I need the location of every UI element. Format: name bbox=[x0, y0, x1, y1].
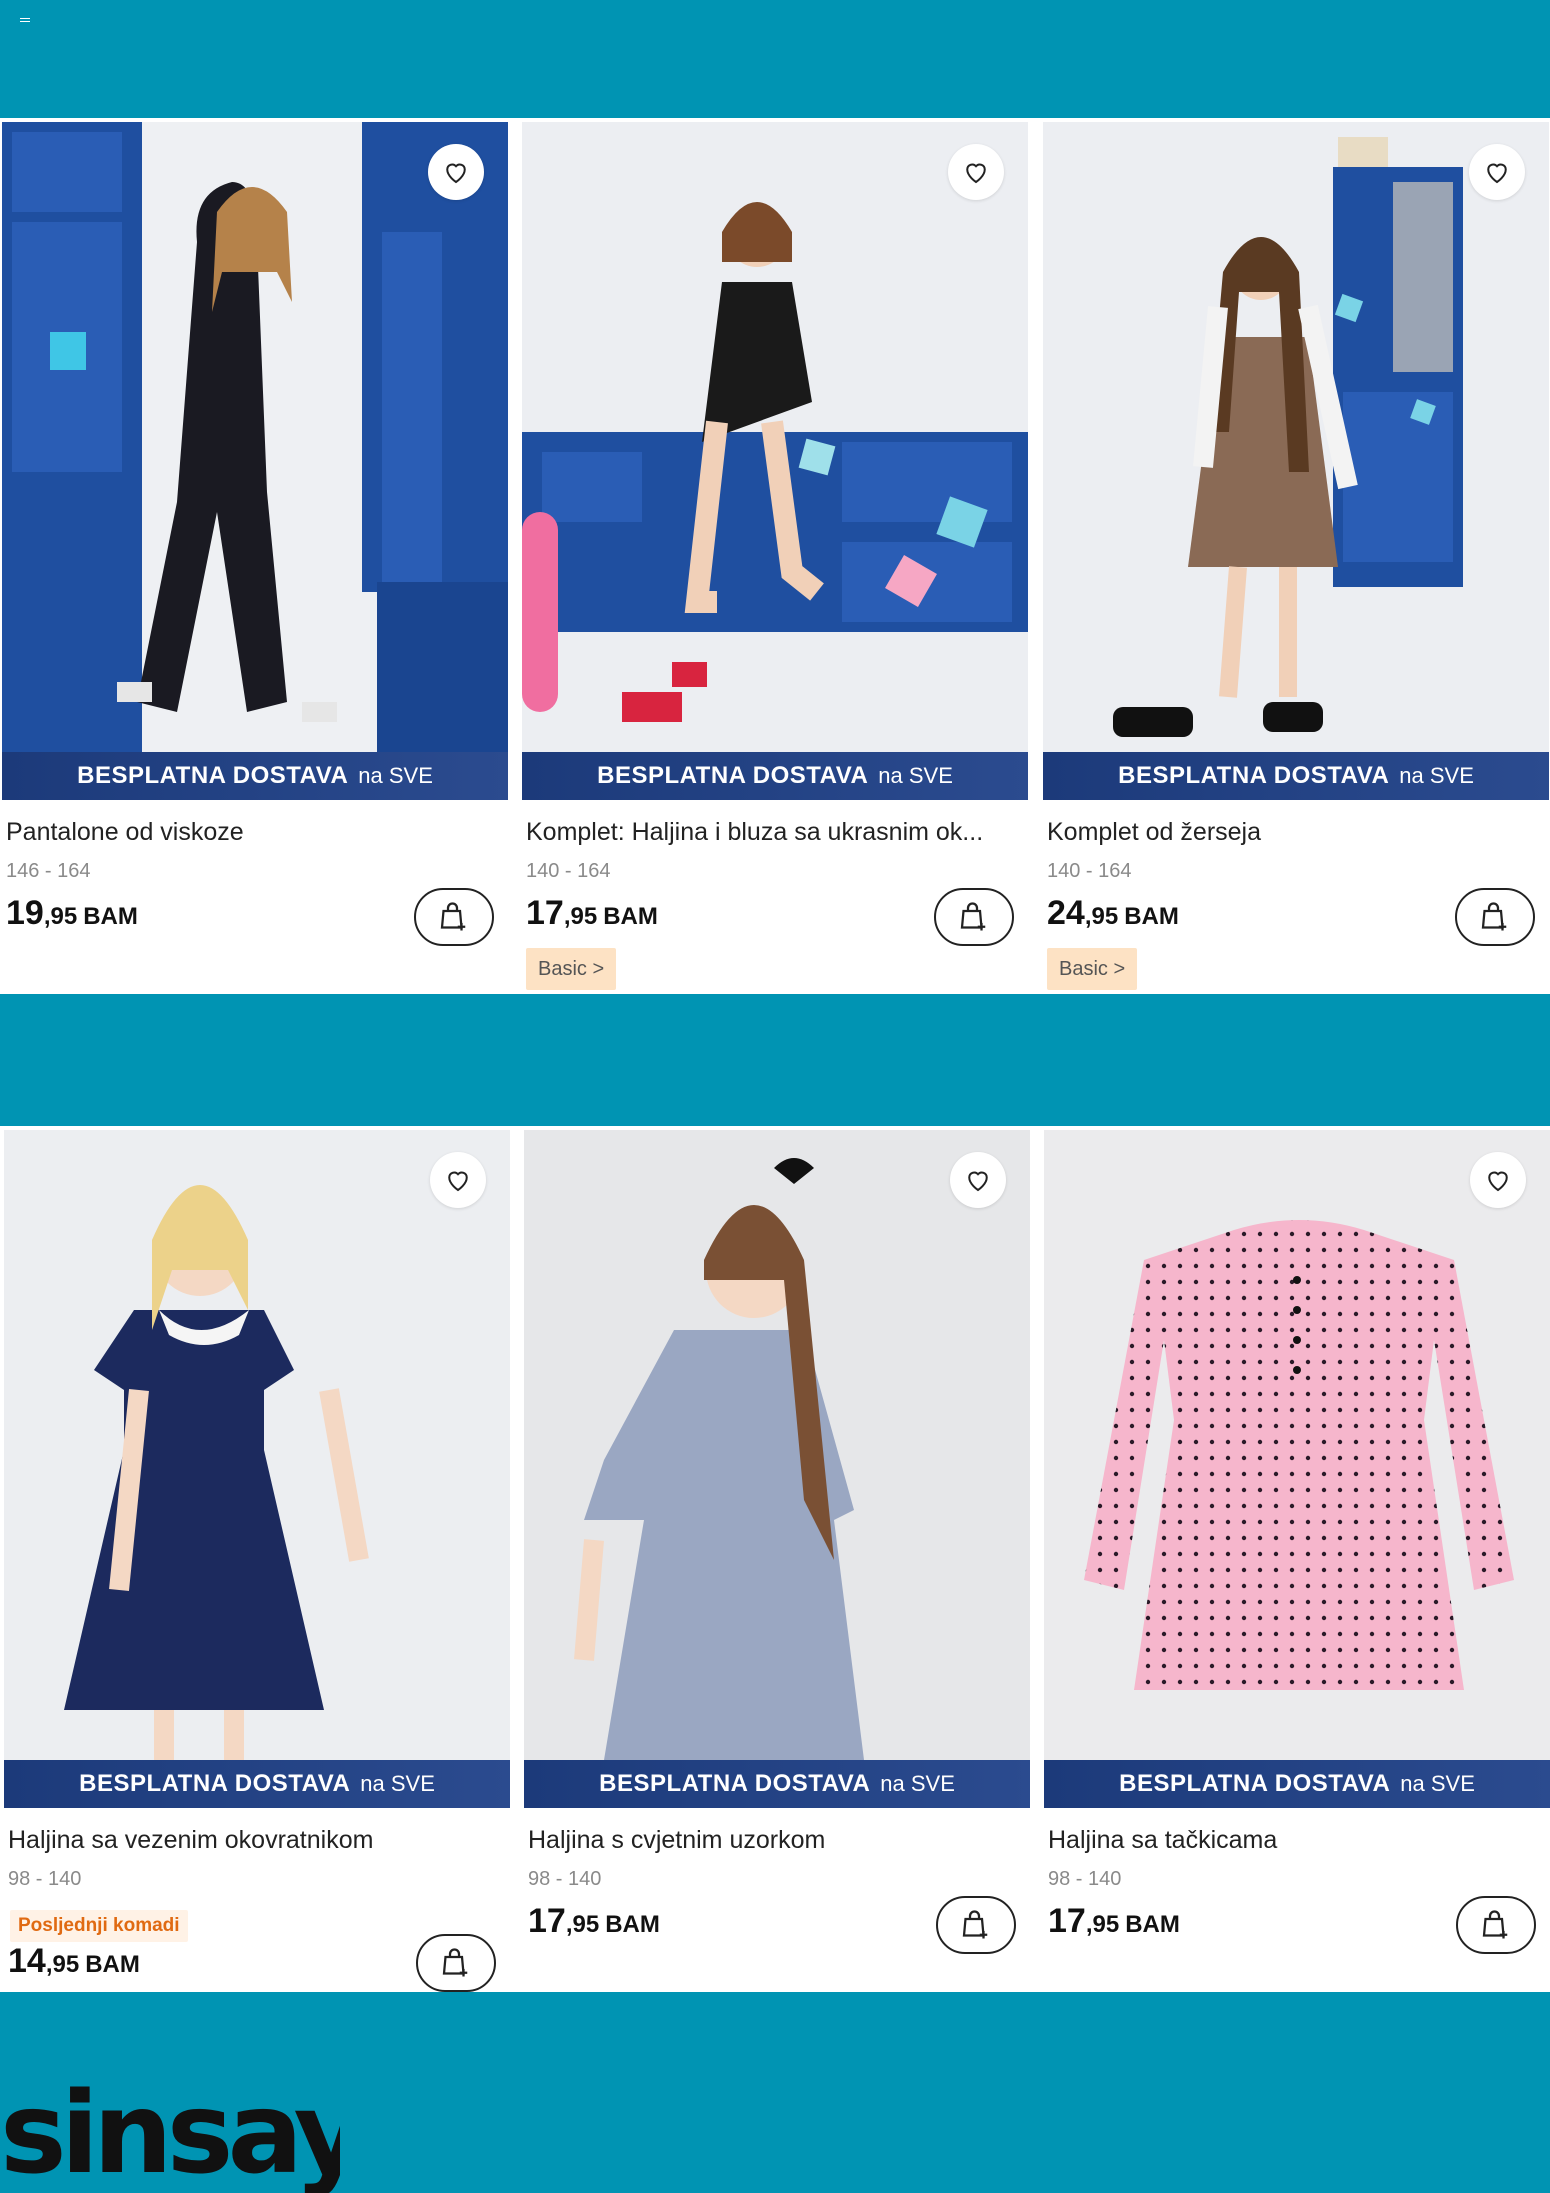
product-sizes: 98 - 140 bbox=[1048, 1868, 1122, 1890]
price-main: 17 bbox=[528, 1902, 566, 1940]
promo-light-text: na SVE bbox=[358, 763, 433, 788]
free-delivery-banner: BESPLATNA DOSTAVA na SVE bbox=[2, 752, 508, 800]
collection-tag-basic[interactable]: Basic > bbox=[526, 948, 617, 990]
add-to-cart-icon bbox=[440, 902, 466, 931]
favorite-button[interactable] bbox=[428, 144, 484, 200]
collection-tag-basic[interactable]: Basic > bbox=[1047, 948, 1138, 990]
product-price: 19,95 BAM bbox=[6, 894, 138, 933]
price-main: 14 bbox=[8, 1942, 46, 1980]
menu-icon[interactable] bbox=[20, 18, 30, 26]
add-to-cart-icon bbox=[1482, 1910, 1508, 1939]
product-image[interactable] bbox=[522, 122, 1028, 752]
product-image[interactable] bbox=[2, 122, 508, 752]
heart-icon bbox=[1487, 163, 1507, 184]
price-currency: BAM bbox=[1125, 1911, 1180, 1938]
product-name[interactable]: Komplet od žerseja bbox=[1047, 818, 1527, 847]
product-image[interactable] bbox=[524, 1130, 1030, 1760]
promo-light-text: na SVE bbox=[878, 763, 953, 788]
product-sizes: 98 - 140 bbox=[8, 1868, 82, 1890]
product-name[interactable]: Komplet: Haljina i bluza sa ukrasnim ok.… bbox=[526, 818, 1006, 847]
price-cents: ,95 bbox=[1084, 903, 1119, 930]
price-currency: BAM bbox=[83, 903, 138, 930]
heart-icon bbox=[966, 163, 986, 184]
favorite-button[interactable] bbox=[1470, 1152, 1526, 1208]
free-delivery-banner: BESPLATNA DOSTAVA na SVE bbox=[524, 1760, 1030, 1808]
product-price: 17,95 BAM bbox=[528, 1902, 660, 1941]
price-cents: ,95 bbox=[45, 1951, 80, 1978]
product-image[interactable] bbox=[4, 1130, 510, 1760]
product-price: 17,95 BAM bbox=[1048, 1902, 1180, 1941]
last-pieces-badge: Posljednji komadi bbox=[10, 1910, 188, 1942]
price-cents: ,95 bbox=[563, 903, 598, 930]
product-price: 24,95 BAM bbox=[1047, 894, 1179, 933]
price-currency: BAM bbox=[85, 1951, 140, 1978]
price-main: 24 bbox=[1047, 894, 1085, 932]
product-price: 17,95 BAM bbox=[526, 894, 658, 933]
free-delivery-banner: BESPLATNA DOSTAVA na SVE bbox=[522, 752, 1028, 800]
product-name[interactable]: Haljina sa vezenim okovratnikom bbox=[8, 1826, 488, 1855]
price-currency: BAM bbox=[603, 903, 658, 930]
favorite-button[interactable] bbox=[950, 1152, 1006, 1208]
product-name[interactable]: Pantalone od viskoze bbox=[6, 818, 486, 847]
add-to-cart-button[interactable] bbox=[1455, 888, 1535, 946]
product-name[interactable]: Haljina s cvjetnim uzorkom bbox=[528, 1826, 1008, 1855]
add-to-cart-icon bbox=[962, 1910, 988, 1939]
price-cents: ,95 bbox=[565, 1911, 600, 1938]
promo-strong-text: BESPLATNA DOSTAVA bbox=[79, 1770, 351, 1797]
promo-light-text: na SVE bbox=[1400, 1771, 1475, 1796]
product-grid-row-2: BESPLATNA DOSTAVA na SVE Haljina sa veze… bbox=[0, 1126, 1550, 1992]
heart-icon bbox=[448, 1171, 468, 1192]
top-banner bbox=[0, 0, 1550, 118]
product-sizes: 140 - 164 bbox=[1047, 860, 1132, 882]
promo-light-text: na SVE bbox=[880, 1771, 955, 1796]
price-cents: ,95 bbox=[43, 903, 78, 930]
promo-strong-text: BESPLATNA DOSTAVA bbox=[597, 762, 869, 789]
favorite-button[interactable] bbox=[948, 144, 1004, 200]
product-image[interactable] bbox=[1043, 122, 1549, 752]
price-currency: BAM bbox=[605, 1911, 660, 1938]
add-to-cart-button[interactable] bbox=[414, 888, 494, 946]
add-to-cart-icon bbox=[442, 1948, 468, 1977]
sinsay-logo: sinsay bbox=[0, 2072, 340, 2193]
heart-icon bbox=[968, 1171, 988, 1192]
add-to-cart-button[interactable] bbox=[936, 1896, 1016, 1954]
heart-icon bbox=[1488, 1171, 1508, 1192]
price-main: 19 bbox=[6, 894, 44, 932]
add-to-cart-button[interactable] bbox=[416, 1934, 496, 1992]
product-sizes: 146 - 164 bbox=[6, 860, 91, 882]
favorite-button[interactable] bbox=[430, 1152, 486, 1208]
promo-strong-text: BESPLATNA DOSTAVA bbox=[1118, 762, 1390, 789]
product-price: 14,95 BAM bbox=[8, 1942, 140, 1981]
free-delivery-banner: BESPLATNA DOSTAVA na SVE bbox=[4, 1760, 510, 1808]
promo-strong-text: BESPLATNA DOSTAVA bbox=[1119, 1770, 1391, 1797]
price-currency: BAM bbox=[1124, 903, 1179, 930]
add-to-cart-icon bbox=[960, 902, 986, 931]
add-to-cart-button[interactable] bbox=[934, 888, 1014, 946]
free-delivery-banner: BESPLATNA DOSTAVA na SVE bbox=[1044, 1760, 1550, 1808]
price-main: 17 bbox=[1048, 1902, 1086, 1940]
price-cents: ,95 bbox=[1085, 1911, 1120, 1938]
product-image[interactable] bbox=[1044, 1130, 1550, 1760]
promo-strong-text: BESPLATNA DOSTAVA bbox=[77, 762, 349, 789]
logo-wordmark: sinsay bbox=[0, 2072, 340, 2193]
add-to-cart-button[interactable] bbox=[1456, 1896, 1536, 1954]
promo-strong-text: BESPLATNA DOSTAVA bbox=[599, 1770, 871, 1797]
product-sizes: 140 - 164 bbox=[526, 860, 611, 882]
price-main: 17 bbox=[526, 894, 564, 932]
product-name[interactable]: Haljina sa tačkicama bbox=[1048, 1826, 1528, 1855]
free-delivery-banner: BESPLATNA DOSTAVA na SVE bbox=[1043, 752, 1549, 800]
promo-light-text: na SVE bbox=[360, 1771, 435, 1796]
heart-icon bbox=[446, 163, 466, 184]
favorite-button[interactable] bbox=[1469, 144, 1525, 200]
product-sizes: 98 - 140 bbox=[528, 1868, 602, 1890]
promo-light-text: na SVE bbox=[1399, 763, 1474, 788]
product-grid-row-1: BESPLATNA DOSTAVA na SVE Pantalone od vi… bbox=[0, 118, 1550, 994]
add-to-cart-icon bbox=[1481, 902, 1507, 931]
